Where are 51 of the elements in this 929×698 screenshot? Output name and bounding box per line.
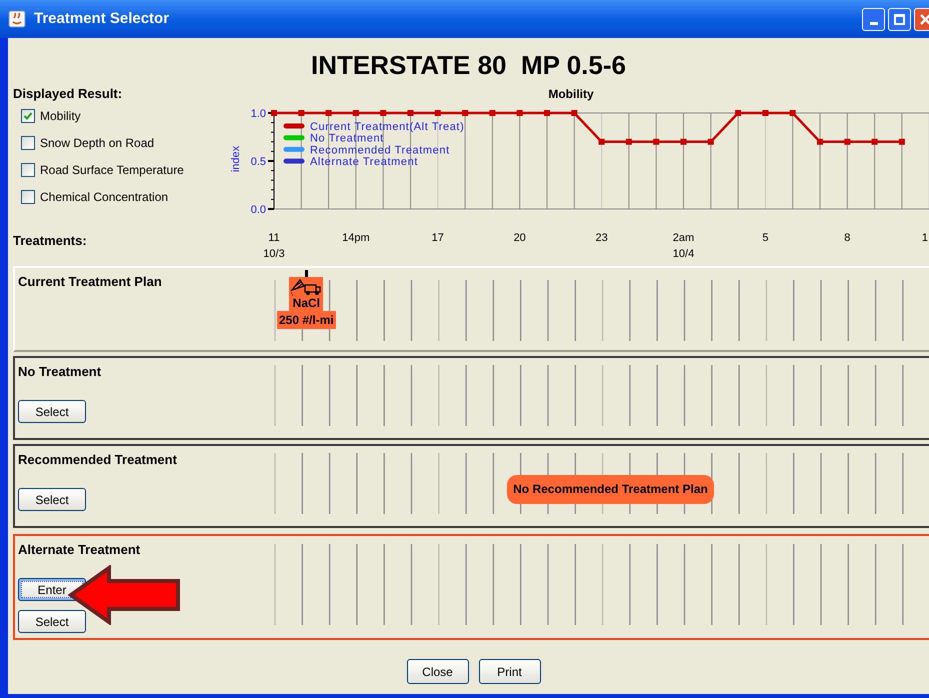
legend-label: No Treatment (310, 132, 384, 145)
print-button[interactable]: Print (478, 659, 540, 684)
checkbox[interactable] (21, 190, 35, 204)
y-axis-label: index (230, 146, 242, 172)
minimize-icon (870, 22, 878, 24)
checkbox-label: Snow Depth on Road (40, 134, 154, 152)
close-dialog-button[interactable]: Close (406, 659, 468, 684)
x-tick-label: 5 (762, 232, 768, 244)
checkbox-label: Road Surface Temperature (40, 162, 184, 178)
route-heading: INTERSTATE 80 MP 0.5-6 (311, 49, 626, 82)
legend-label: Alternate Treatment (310, 156, 418, 168)
panel-title: No Treatment (18, 364, 102, 380)
y-tick-label: 0.0 (250, 204, 266, 216)
x-tick-label: 1 (922, 232, 928, 244)
x-tick-label: 23 (595, 232, 608, 244)
status-message: No Recommended Treatment Plan (507, 474, 714, 504)
x-tick-label: 20 (514, 232, 526, 244)
checkbox[interactable] (21, 162, 35, 176)
legend-label: Current Treatment(Alt Treat) (310, 121, 464, 133)
close-icon (920, 14, 929, 24)
section-label: Treatments: (13, 233, 88, 249)
y-tick-label: 0.5 (250, 156, 266, 168)
minimize-button[interactable] (862, 8, 885, 30)
arrow-icon (68, 565, 182, 625)
x-tick-label: 17 (432, 232, 444, 244)
panel-title: Current Treatment Plan (18, 274, 163, 290)
rate-label: 250 #/l-mi (277, 311, 336, 329)
x-tick-label: 8 (844, 232, 850, 244)
maximize-button[interactable] (888, 8, 911, 30)
legend-label: Recommended Treatment (310, 144, 450, 156)
time-marker (304, 270, 308, 277)
maximize-icon (894, 14, 905, 24)
checkbox-label: Mobility (40, 108, 81, 124)
window-title: Treatment Selector (34, 8, 170, 29)
select-button[interactable]: Select (18, 610, 86, 633)
checkbox-label: Chemical Concentration (40, 188, 168, 206)
section-label: Displayed Result: (13, 86, 124, 102)
checkbox[interactable] (21, 136, 35, 150)
panel-title: Recommended Treatment (18, 452, 178, 468)
chart-title: Mobility (548, 87, 594, 101)
spreader-truck-icon (290, 278, 322, 296)
x-tick-label: 11 10/3 (263, 232, 285, 260)
checkbox[interactable] (21, 108, 35, 122)
select-button[interactable]: Select (18, 400, 86, 423)
x-tick-label: 2am 10/4 (672, 232, 694, 260)
panel-title: Alternate Treatment (18, 542, 142, 558)
y-tick-label: 1.0 (250, 108, 266, 120)
app-icon (8, 10, 26, 28)
select-button[interactable]: Select (18, 488, 86, 511)
product-label: NaCl (292, 296, 320, 311)
x-tick-label: 14pm (342, 232, 370, 244)
